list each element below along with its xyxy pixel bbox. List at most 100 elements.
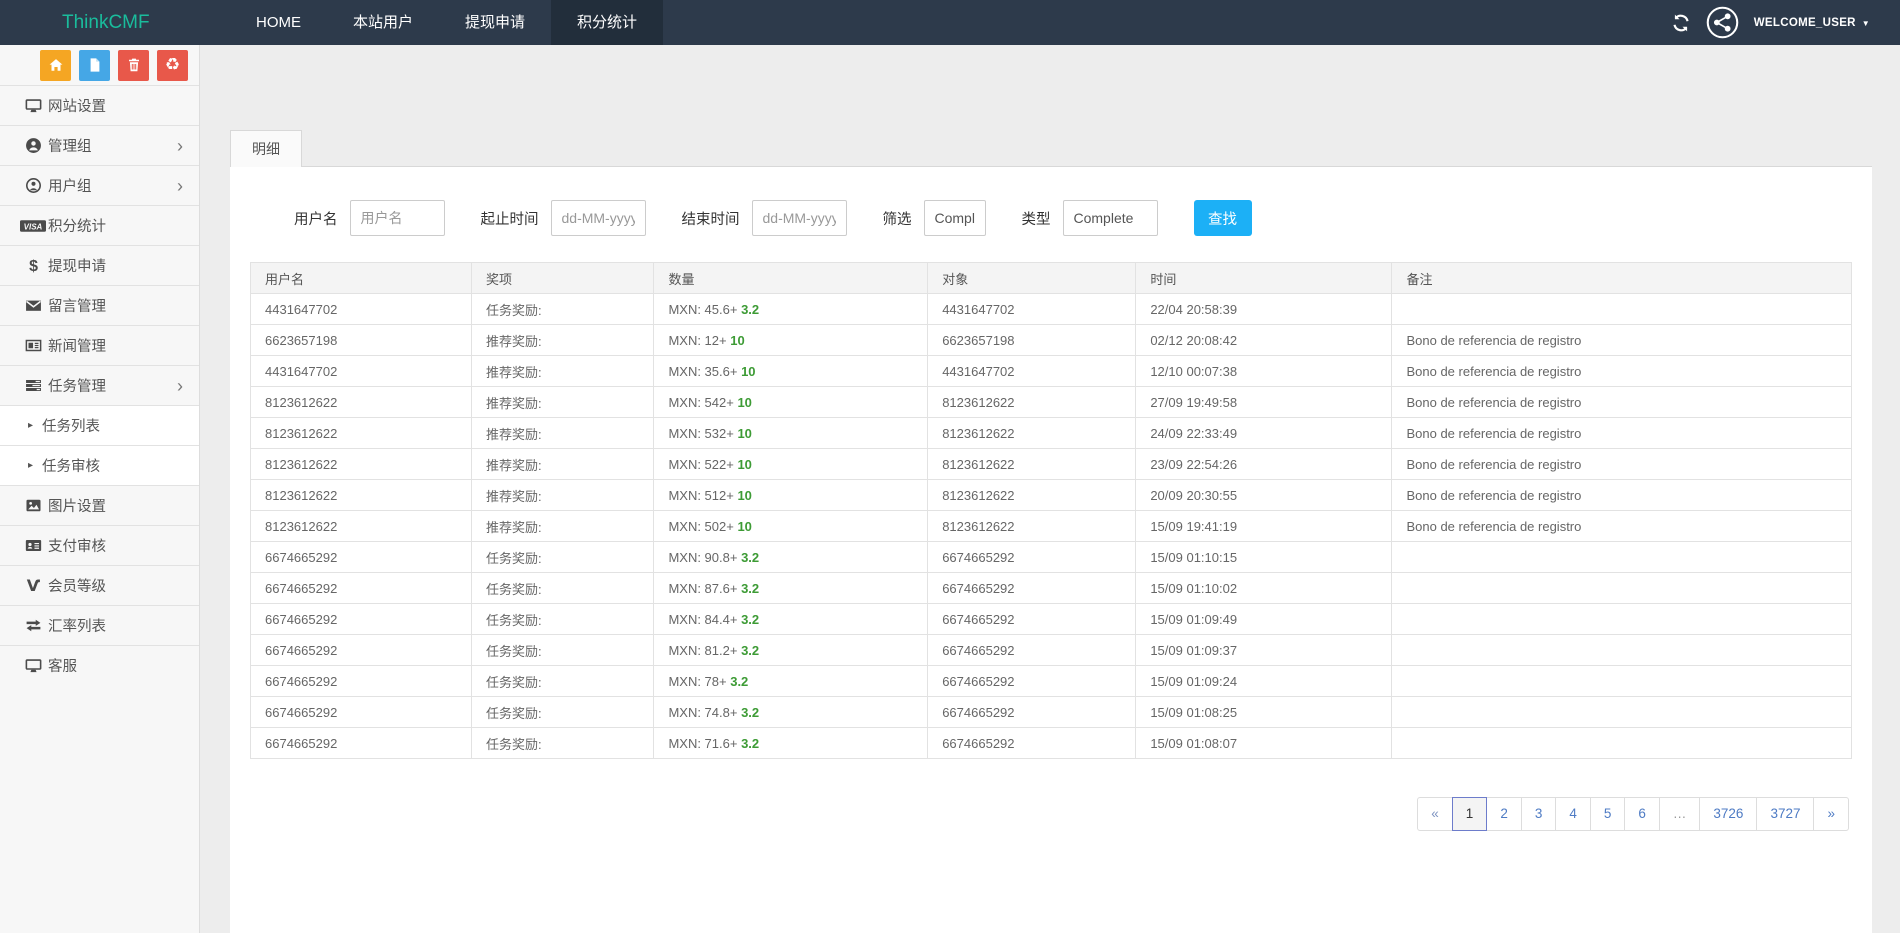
sidebar-item-exchange-rates[interactable]: 汇率列表 <box>0 605 199 645</box>
quick-file-button[interactable] <box>79 50 110 81</box>
quick-recycle-button[interactable]: ♻ <box>157 50 188 81</box>
bonus-value: 3.2 <box>730 674 748 689</box>
pagination: «123456…37263727» <box>1417 797 1849 831</box>
nav-item-home[interactable]: HOME <box>230 0 327 45</box>
sidebar-item-label: 网站设置 <box>48 95 106 116</box>
cell-target: 6623657198 <box>928 325 1136 356</box>
sidebar-item-points-stats[interactable]: VISA积分统计 <box>0 205 199 245</box>
sidebar-item-news-management[interactable]: 新闻管理 <box>0 325 199 365</box>
sidebar-item-label: 任务审核 <box>42 455 100 476</box>
table-row: 6674665292任务奖励:MXN: 78+ 3.2667466529215/… <box>251 666 1852 697</box>
end-date-filter: 结束时间 <box>682 200 847 236</box>
sidebar-item-message-management[interactable]: 留言管理 <box>0 285 199 325</box>
cell-award: 任务奖励: <box>471 573 654 604</box>
page-3726[interactable]: 3726 <box>1699 797 1757 831</box>
cell-award: 任务奖励: <box>471 728 654 759</box>
monitor-icon <box>18 97 48 114</box>
cell-note <box>1392 666 1852 697</box>
filter-select[interactable] <box>924 200 986 236</box>
file-icon <box>87 57 103 73</box>
cell-username: 8123612622 <box>251 418 472 449</box>
username-input[interactable] <box>350 200 445 236</box>
cell-award: 推荐奖励: <box>471 449 654 480</box>
pager-row: «123456…37263727» <box>230 759 1872 831</box>
sidebar-item-task-list[interactable]: ▸任务列表 <box>0 405 199 445</box>
sidebar-item-task-review[interactable]: ▸任务审核 <box>0 445 199 485</box>
sidebar-item-label: 管理组 <box>48 135 92 156</box>
cell-note: Bono de referencia de registro <box>1392 325 1852 356</box>
filter-label: 筛选 <box>883 208 912 229</box>
user-circle-o-icon <box>18 177 48 194</box>
sidebar-item-site-settings[interactable]: 网站设置 <box>0 85 199 125</box>
page-2[interactable]: 2 <box>1486 797 1522 831</box>
brand-logo[interactable]: ThinkCMF <box>0 0 210 45</box>
amount-value: MXN: 84.4+ <box>668 612 741 627</box>
cell-target: 8123612622 <box>928 449 1136 480</box>
cell-note: Bono de referencia de registro <box>1392 480 1852 511</box>
table-row: 8123612622推荐奖励:MXN: 502+ 10812361262215/… <box>251 511 1852 542</box>
cell-amount: MXN: 81.2+ 3.2 <box>654 635 928 666</box>
user-circle-icon <box>18 137 48 154</box>
sidebar-item-image-settings[interactable]: 图片设置 <box>0 485 199 525</box>
sidebar-item-label: 留言管理 <box>48 295 106 316</box>
cell-note <box>1392 635 1852 666</box>
nav-item-site-users[interactable]: 本站用户 <box>327 0 439 45</box>
cell-time: 15/09 01:09:49 <box>1136 604 1392 635</box>
quick-home-button[interactable] <box>40 50 71 81</box>
top-navbar: ThinkCMF HOME本站用户提现申请积分统计 WELCOME_USER ▼ <box>0 0 1900 45</box>
page-ellipsis[interactable]: … <box>1659 797 1701 831</box>
cell-username: 8123612622 <box>251 480 472 511</box>
cell-target: 6674665292 <box>928 604 1136 635</box>
tab-detail[interactable]: 明细 <box>230 130 302 167</box>
search-button[interactable]: 查找 <box>1194 200 1252 236</box>
cell-note <box>1392 728 1852 759</box>
cell-award: 推荐奖励: <box>471 387 654 418</box>
user-menu[interactable]: WELCOME_USER ▼ <box>1754 17 1870 29</box>
sidebar-item-customer-service[interactable]: 客服 <box>0 645 199 685</box>
page-6[interactable]: 6 <box>1624 797 1660 831</box>
cell-time: 15/09 01:09:37 <box>1136 635 1392 666</box>
cell-time: 15/09 19:41:19 <box>1136 511 1392 542</box>
column-header: 奖项 <box>471 263 654 294</box>
sidebar-item-admin-groups[interactable]: 管理组› <box>0 125 199 165</box>
sidebar-item-label: 提现申请 <box>48 255 106 276</box>
sidebar-item-task-management[interactable]: 任务管理› <box>0 365 199 405</box>
type-select-group: 类型 <box>1022 200 1158 236</box>
sidebar-item-user-groups[interactable]: 用户组› <box>0 165 199 205</box>
start-date-input[interactable] <box>551 200 646 236</box>
page-1[interactable]: 1 <box>1452 797 1488 831</box>
column-header: 备注 <box>1392 263 1852 294</box>
username-label: 用户名 <box>294 208 338 229</box>
chevron-right-icon: › <box>177 177 183 195</box>
sidebar-item-member-levels[interactable]: Ѵ会员等级 <box>0 565 199 605</box>
page-prev[interactable]: « <box>1417 797 1453 831</box>
table-row: 4431647702任务奖励:MXN: 45.6+ 3.244316477022… <box>251 294 1852 325</box>
page-next[interactable]: » <box>1813 797 1849 831</box>
start-date-label: 起止时间 <box>481 208 539 229</box>
page-4[interactable]: 4 <box>1555 797 1591 831</box>
nav-item-withdraw-requests[interactable]: 提现申请 <box>439 0 551 45</box>
sidebar-item-withdraw-requests[interactable]: $提现申请 <box>0 245 199 285</box>
type-select[interactable] <box>1063 200 1158 236</box>
cell-time: 20/09 20:30:55 <box>1136 480 1392 511</box>
amount-value: MXN: 74.8+ <box>668 705 741 720</box>
cell-username: 6674665292 <box>251 666 472 697</box>
cell-amount: MXN: 542+ 10 <box>654 387 928 418</box>
avatar[interactable] <box>1706 6 1739 39</box>
page-3727[interactable]: 3727 <box>1756 797 1814 831</box>
quick-trash-button[interactable] <box>118 50 149 81</box>
sidebar-item-payment-review[interactable]: 支付审核 <box>0 525 199 565</box>
cell-award: 任务奖励: <box>471 294 654 325</box>
nav-item-points-stats[interactable]: 积分统计 <box>551 0 663 45</box>
cell-username: 6674665292 <box>251 728 472 759</box>
page-5[interactable]: 5 <box>1590 797 1626 831</box>
page-3[interactable]: 3 <box>1521 797 1557 831</box>
table-row: 4431647702推荐奖励:MXN: 35.6+ 10443164770212… <box>251 356 1852 387</box>
end-date-input[interactable] <box>752 200 847 236</box>
cell-target: 4431647702 <box>928 294 1136 325</box>
column-header: 数量 <box>654 263 928 294</box>
table-wrap: 用户名奖项数量对象时间备注 4431647702任务奖励:MXN: 45.6+ … <box>250 262 1852 759</box>
table-row: 6674665292任务奖励:MXN: 84.4+ 3.266746652921… <box>251 604 1852 635</box>
table-row: 6623657198推荐奖励:MXN: 12+ 10662365719802/1… <box>251 325 1852 356</box>
refresh-icon[interactable] <box>1671 13 1691 33</box>
